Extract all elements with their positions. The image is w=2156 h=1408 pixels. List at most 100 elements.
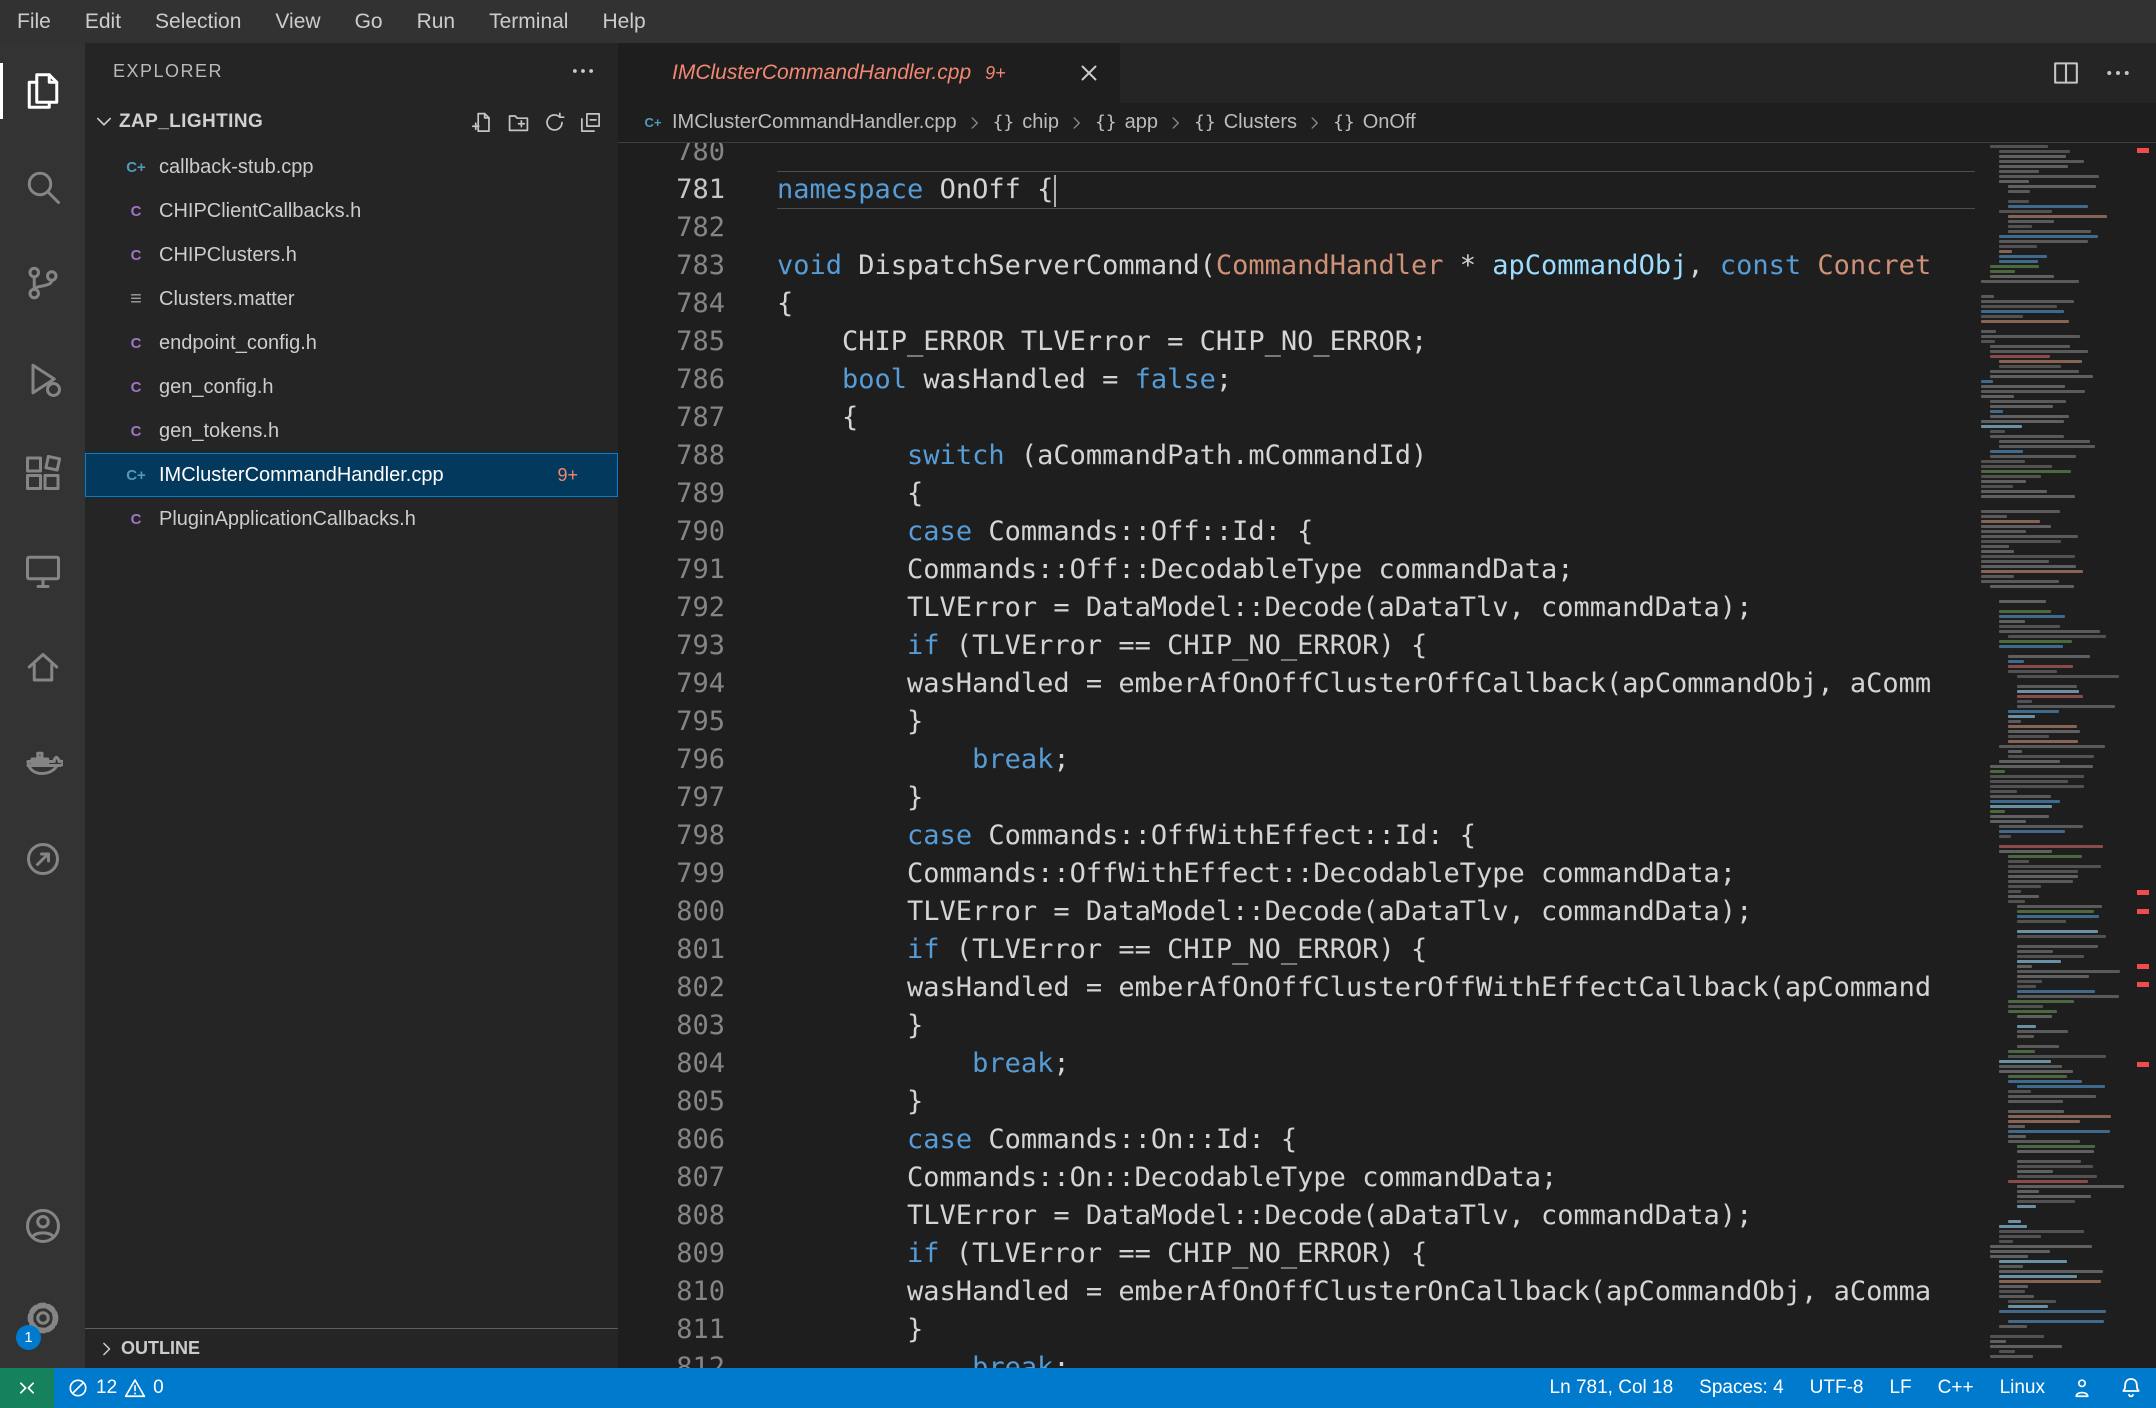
file-row[interactable]: C CHIPClientCallbacks.h xyxy=(85,189,618,233)
code-editor[interactable]: 780 781 namespace OnOff {782 783 void Dispat… xyxy=(618,143,1975,1368)
code-line: 806 case Commands::On::Id: { xyxy=(618,1121,1975,1159)
code-line-text[interactable]: Commands::On::DecodableType commandData; xyxy=(777,1159,1975,1197)
new-file-icon[interactable] xyxy=(471,111,494,134)
collapse-all-icon[interactable] xyxy=(579,111,602,134)
code-line-text[interactable]: } xyxy=(777,1311,1975,1349)
file-row[interactable]: C+ callback-stub.cpp xyxy=(85,145,618,189)
code-line-text[interactable]: { xyxy=(777,285,1975,323)
editor-body: 780 781 namespace OnOff {782 783 void Dispat… xyxy=(618,143,2156,1368)
close-icon[interactable] xyxy=(1076,60,1102,86)
menu-help[interactable]: Help xyxy=(585,0,662,43)
menu-selection[interactable]: Selection xyxy=(138,0,258,43)
language-mode[interactable]: C++ xyxy=(1925,1368,1987,1408)
indentation[interactable]: Spaces: 4 xyxy=(1686,1368,1797,1408)
menu-run[interactable]: Run xyxy=(400,0,473,43)
breadcrumb-symbol[interactable]: {} OnOff xyxy=(1333,111,1416,134)
new-folder-icon[interactable] xyxy=(507,111,530,134)
file-row[interactable]: C+ IMClusterCommandHandler.cpp 9+ xyxy=(85,453,618,497)
code-line-text[interactable]: bool wasHandled = false; xyxy=(777,361,1975,399)
code-line-text[interactable]: } xyxy=(777,1083,1975,1121)
code-line-text[interactable]: TLVError = DataModel::Decode(aDataTlv, c… xyxy=(777,893,1975,931)
code-line-text[interactable]: { xyxy=(777,399,1975,437)
code-line-text[interactable]: wasHandled = emberAfOnOffClusterOffWithE… xyxy=(777,969,1975,1007)
eol-indicator[interactable]: LF xyxy=(1876,1368,1924,1408)
activity-item-home[interactable] xyxy=(0,619,85,715)
code-line-text[interactable]: namespace OnOff { xyxy=(777,171,1975,209)
menu-view[interactable]: View xyxy=(258,0,337,43)
activity-item-manage[interactable]: 1 xyxy=(0,1272,85,1364)
error-mark xyxy=(2137,909,2149,914)
refresh-icon[interactable] xyxy=(543,111,566,134)
namespace-icon: {} xyxy=(1333,112,1355,133)
code-line-text[interactable] xyxy=(777,143,1975,171)
code-line: 796 break; xyxy=(618,741,1975,779)
minimap[interactable] xyxy=(1975,143,2130,1368)
more-actions-icon[interactable] xyxy=(570,58,596,84)
code-line-text[interactable]: if (TLVError == CHIP_NO_ERROR) { xyxy=(777,627,1975,665)
activity-item-source-control[interactable] xyxy=(0,235,85,331)
cursor-position[interactable]: Ln 781, Col 18 xyxy=(1537,1368,1687,1408)
menu-go[interactable]: Go xyxy=(338,0,400,43)
code-line-text[interactable]: Commands::OffWithEffect::DecodableType c… xyxy=(777,855,1975,893)
activity-item-remote-explorer[interactable] xyxy=(0,523,85,619)
menu-file[interactable]: File xyxy=(0,0,68,43)
run-debug-icon xyxy=(23,359,63,399)
activity-item-extensions[interactable] xyxy=(0,427,85,523)
code-line-text[interactable]: CHIP_ERROR TLVError = CHIP_NO_ERROR; xyxy=(777,323,1975,361)
code-line-text[interactable]: break; xyxy=(777,741,1975,779)
breadcrumb-symbol[interactable]: {} chip xyxy=(993,111,1059,134)
code-line-text[interactable]: } xyxy=(777,703,1975,741)
menu-terminal[interactable]: Terminal xyxy=(472,0,585,43)
split-editor-icon[interactable] xyxy=(2052,59,2080,87)
file-row[interactable]: Cgen_tokens.h xyxy=(85,409,618,453)
file-row[interactable]: C PluginApplicationCallbacks.h xyxy=(85,497,618,541)
activity-item-explorer[interactable] xyxy=(0,43,85,139)
menu-edit[interactable]: Edit xyxy=(68,0,138,43)
problems-indicator[interactable]: 12 0 xyxy=(54,1368,177,1408)
file-row[interactable]: ≡ Clusters.matter xyxy=(85,277,618,321)
activity-item-docker[interactable] xyxy=(0,715,85,811)
code-line-text[interactable]: TLVError = DataModel::Decode(aDataTlv, c… xyxy=(777,1197,1975,1235)
breadcrumb-symbol[interactable]: {} app xyxy=(1095,111,1158,134)
line-number: 789 xyxy=(676,478,725,509)
code-line: 797 } xyxy=(618,779,1975,817)
code-line-text[interactable]: case Commands::OffWithEffect::Id: { xyxy=(777,817,1975,855)
tab-active-file[interactable]: IMClusterCommandHandler.cpp 9+ xyxy=(618,43,1120,103)
file-row[interactable]: Cendpoint_config.h xyxy=(85,321,618,365)
notifications-bell-icon[interactable] xyxy=(2106,1368,2156,1408)
activity-item-accounts[interactable] xyxy=(0,1180,85,1272)
remote-os[interactable]: Linux xyxy=(1987,1368,2058,1408)
code-line-text[interactable]: case Commands::On::Id: { xyxy=(777,1121,1975,1159)
warning-icon xyxy=(124,1377,146,1399)
code-line-text[interactable]: break; xyxy=(777,1349,1975,1368)
breadcrumb-symbol[interactable]: {} Clusters xyxy=(1194,111,1297,134)
code-line-text[interactable]: break; xyxy=(777,1045,1975,1083)
more-actions-icon[interactable] xyxy=(2104,59,2132,87)
code-line-text[interactable]: { xyxy=(777,475,1975,513)
outline-section-header[interactable]: OUTLINE xyxy=(85,1328,618,1368)
code-line-text[interactable]: wasHandled = emberAfOnOffClusterOnCallba… xyxy=(777,1273,1975,1311)
code-line-text[interactable]: } xyxy=(777,779,1975,817)
code-line-text[interactable]: } xyxy=(777,1007,1975,1045)
remote-indicator[interactable] xyxy=(0,1368,54,1408)
overview-ruler[interactable] xyxy=(2130,143,2156,1368)
code-line: 799 Commands::OffWithEffect::DecodableTy… xyxy=(618,855,1975,893)
activity-item-run-and-debug[interactable] xyxy=(0,331,85,427)
activity-item-search[interactable] xyxy=(0,139,85,235)
person-icon[interactable] xyxy=(2058,1368,2106,1408)
code-line-text[interactable] xyxy=(777,209,1975,247)
encoding[interactable]: UTF-8 xyxy=(1797,1368,1877,1408)
code-line-text[interactable]: Commands::Off::DecodableType commandData… xyxy=(777,551,1975,589)
code-line-text[interactable]: TLVError = DataModel::Decode(aDataTlv, c… xyxy=(777,589,1975,627)
activity-item-circle-arrow[interactable] xyxy=(0,811,85,907)
breadcrumb-file[interactable]: C+ IMClusterCommandHandler.cpp xyxy=(642,111,957,134)
code-line-text[interactable]: void DispatchServerCommand(CommandHandle… xyxy=(777,247,1975,285)
code-line-text[interactable]: wasHandled = emberAfOnOffClusterOffCallb… xyxy=(777,665,1975,703)
code-line-text[interactable]: if (TLVError == CHIP_NO_ERROR) { xyxy=(777,931,1975,969)
code-line-text[interactable]: switch (aCommandPath.mCommandId) xyxy=(777,437,1975,475)
file-row[interactable]: C CHIPClusters.h xyxy=(85,233,618,277)
file-row[interactable]: Cgen_config.h xyxy=(85,365,618,409)
code-line-text[interactable]: if (TLVError == CHIP_NO_ERROR) { xyxy=(777,1235,1975,1273)
folder-section-header[interactable]: ZAP_LIGHTING xyxy=(85,99,618,145)
code-line-text[interactable]: case Commands::Off::Id: { xyxy=(777,513,1975,551)
